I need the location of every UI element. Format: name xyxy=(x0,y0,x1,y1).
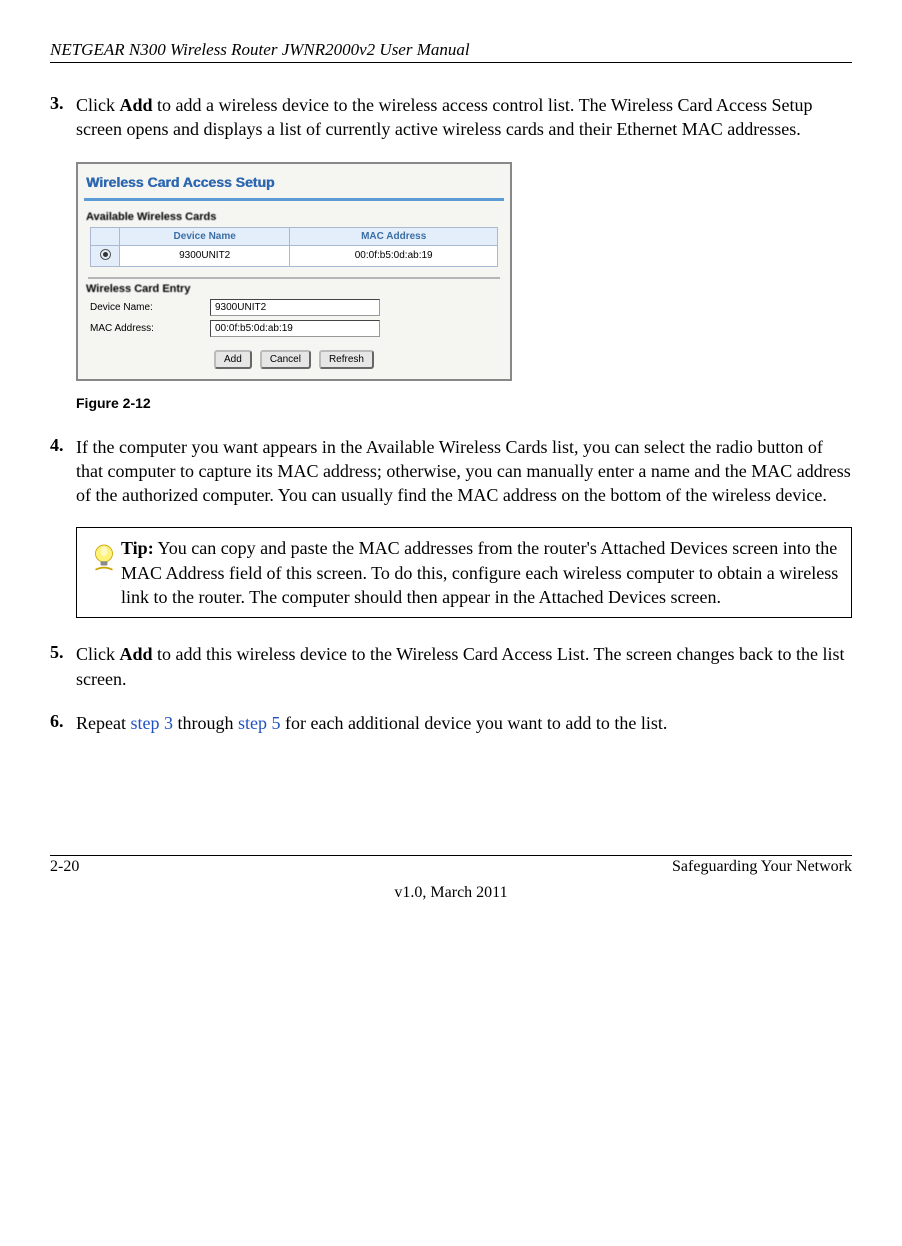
table-header-row: Device Name MAC Address xyxy=(91,227,498,245)
step-3-text: Click Add to add a wireless device to th… xyxy=(76,93,852,142)
figure-caption: Figure 2-12 xyxy=(76,395,852,411)
page-number: 2-20 xyxy=(50,858,79,876)
step-6-mid: through xyxy=(173,713,238,733)
mac-address-row: MAC Address: 00:0f:b5:0d:ab:19 xyxy=(90,320,498,337)
device-name-field[interactable]: 9300UNIT2 xyxy=(210,299,380,316)
step-4-number: 4. xyxy=(50,435,76,508)
row-mac: 00:0f:b5:0d:ab:19 xyxy=(290,245,498,266)
available-cards-table-wrap: Device Name MAC Address 9300UNIT2 00:0f:… xyxy=(90,227,498,267)
table-header-mac: MAC Address xyxy=(290,227,498,245)
tip-body: You can copy and paste the MAC addresses… xyxy=(121,538,838,607)
mac-address-field[interactable]: 00:0f:b5:0d:ab:19 xyxy=(210,320,380,337)
tip-box: Tip: You can copy and paste the MAC addr… xyxy=(76,527,852,618)
table-header-radio xyxy=(91,227,120,245)
add-button[interactable]: Add xyxy=(214,350,252,369)
link-step-5[interactable]: step 5 xyxy=(238,713,281,733)
wireless-card-setup-screenshot: Wireless Card Access Setup Available Wir… xyxy=(76,162,512,381)
device-name-label: Device Name: xyxy=(90,302,210,313)
page-footer: 2-20 Safeguarding Your Network xyxy=(50,855,852,876)
step-4: 4. If the computer you want appears in t… xyxy=(50,435,852,508)
step-6-text: Repeat step 3 through step 5 for each ad… xyxy=(76,711,667,735)
chapter-name: Safeguarding Your Network xyxy=(672,858,852,876)
header-rule xyxy=(50,62,852,63)
step-3-number: 3. xyxy=(50,93,76,142)
refresh-button[interactable]: Refresh xyxy=(319,350,374,369)
step-5-post: to add this wireless device to the Wirel… xyxy=(76,644,844,688)
available-cards-table: Device Name MAC Address 9300UNIT2 00:0f:… xyxy=(90,227,498,267)
device-name-row: Device Name: 9300UNIT2 xyxy=(90,299,498,316)
table-row[interactable]: 9300UNIT2 00:0f:b5:0d:ab:19 xyxy=(91,245,498,266)
step-3-bold: Add xyxy=(120,95,153,115)
button-row: Add Cancel Refresh xyxy=(84,349,504,369)
step-4-text: If the computer you want appears in the … xyxy=(76,435,852,508)
link-step-3[interactable]: step 3 xyxy=(130,713,173,733)
manual-title: NETGEAR N300 Wireless Router JWNR2000v2 … xyxy=(50,40,852,60)
step-5: 5. Click Add to add this wireless device… xyxy=(50,642,852,691)
doc-version: v1.0, March 2011 xyxy=(50,884,852,902)
step-6: 6. Repeat step 3 through step 5 for each… xyxy=(50,711,852,735)
tip-label: Tip: xyxy=(121,538,154,558)
dialog-title: Wireless Card Access Setup xyxy=(84,172,504,198)
row-radio-cell[interactable] xyxy=(91,245,120,266)
available-cards-label: Available Wireless Cards xyxy=(86,211,504,223)
radio-selected-icon[interactable] xyxy=(100,249,111,260)
step-6-pre: Repeat xyxy=(76,713,130,733)
tip-text: Tip: You can copy and paste the MAC addr… xyxy=(121,536,841,609)
step-3: 3. Click Add to add a wireless device to… xyxy=(50,93,852,142)
step-3-post: to add a wireless device to the wireless… xyxy=(76,95,812,139)
wireless-card-entry-label: Wireless Card Entry xyxy=(86,283,504,295)
blue-separator xyxy=(84,198,504,201)
row-device: 9300UNIT2 xyxy=(120,245,290,266)
step-5-text: Click Add to add this wireless device to… xyxy=(76,642,852,691)
cancel-button[interactable]: Cancel xyxy=(260,350,311,369)
lightbulb-icon xyxy=(87,540,121,574)
mac-address-label: MAC Address: xyxy=(90,323,210,334)
step-5-pre: Click xyxy=(76,644,120,664)
step-5-bold: Add xyxy=(120,644,153,664)
step-6-number: 6. xyxy=(50,711,76,735)
table-header-device: Device Name xyxy=(120,227,290,245)
gray-separator xyxy=(88,277,500,279)
tip-icon-cell xyxy=(87,536,121,609)
step-6-post: for each additional device you want to a… xyxy=(280,713,667,733)
step-5-number: 5. xyxy=(50,642,76,691)
step-3-pre: Click xyxy=(76,95,120,115)
